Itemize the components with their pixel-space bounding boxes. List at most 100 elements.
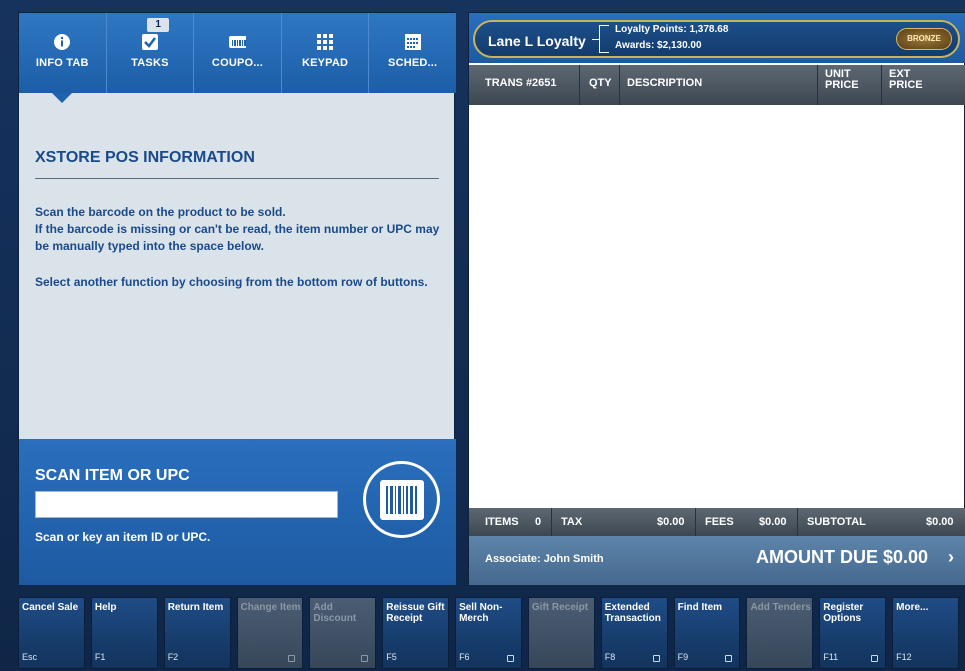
- loyalty-awards: Awards: $2,130.00: [615, 40, 702, 51]
- info-icon: [53, 33, 71, 51]
- function-key-find-item[interactable]: Find Item F9: [673, 597, 741, 669]
- function-key-label: Find Item: [677, 602, 723, 613]
- lock-icon: [871, 655, 879, 662]
- function-key-label: More...: [896, 602, 929, 613]
- amount-due-bar[interactable]: Associate: John Smith AMOUNT DUE $0.00 ›: [469, 536, 965, 585]
- info-title: XSTORE POS INFORMATION: [35, 149, 255, 166]
- info-line-2: If the barcode is missing or can't be re…: [35, 222, 440, 253]
- chevron-right-icon: ›: [948, 547, 954, 567]
- tasks-badge: 1: [147, 18, 170, 32]
- function-key-shortcut: F9: [677, 652, 689, 662]
- scan-title: SCAN ITEM OR UPC: [35, 467, 190, 484]
- loyalty-brace: [592, 25, 609, 53]
- left-panel: INFO TAB 1 TASKS COUPO... KEYPAD SCHED..…: [18, 12, 456, 585]
- function-key-return-item[interactable]: Return Item F2: [163, 597, 231, 669]
- pos-screen: INFO TAB 1 TASKS COUPO... KEYPAD SCHED..…: [0, 0, 965, 671]
- column-divider: [817, 65, 818, 105]
- info-line-3: Select another function by choosing from…: [35, 275, 428, 289]
- function-key-shortcut: F5: [386, 652, 397, 662]
- tab-info[interactable]: INFO TAB: [19, 13, 107, 103]
- barcode-icon: [379, 479, 424, 520]
- col-description: DESCRIPTION: [627, 77, 703, 89]
- subtotal-label: SUBTOTAL: [807, 516, 866, 528]
- column-divider: [881, 65, 882, 105]
- function-key-help[interactable]: Help F1: [90, 597, 158, 669]
- function-key-more[interactable]: More... F12: [892, 597, 959, 669]
- divider: [35, 178, 439, 179]
- function-key-label: Help: [94, 602, 117, 613]
- loyalty-customer-name: Lane L Loyalty: [488, 33, 586, 49]
- col-ext-price: EXT PRICE: [889, 68, 923, 91]
- function-key-label: Sell Non-Merch: [459, 602, 503, 624]
- function-key-label: Add Discount: [313, 602, 357, 624]
- function-key-cancel-sale[interactable]: Cancel Sale Esc: [18, 597, 85, 669]
- function-key-gift-receipt[interactable]: Gift Receipt: [527, 597, 595, 669]
- transaction-panel: Lane L Loyalty Loyalty Points: 1,378.68 …: [468, 12, 965, 585]
- function-key-label: Reissue Gift Receipt: [386, 602, 445, 624]
- function-key-shortcut: F12: [896, 652, 912, 662]
- coupon-icon: [228, 33, 247, 51]
- function-key-label: Gift Receipt: [531, 602, 589, 613]
- column-divider: [619, 65, 620, 105]
- info-line-1: Scan the barcode on the product to be so…: [35, 205, 286, 219]
- function-key-label: Return Item: [167, 602, 224, 613]
- tab-tasks-label: TASKS: [131, 57, 169, 69]
- scan-barcode-button[interactable]: [363, 461, 440, 538]
- calendar-icon: [404, 33, 422, 51]
- function-key-label: Extended Transaction: [604, 602, 661, 624]
- function-key-reissue-gift-receipt[interactable]: Reissue Gift Receipt F5: [382, 597, 450, 669]
- loyalty-card[interactable]: Lane L Loyalty Loyalty Points: 1,378.68 …: [473, 20, 960, 58]
- tab-schedule-label: SCHED...: [388, 57, 438, 69]
- items-value: 0: [535, 516, 542, 528]
- loyalty-bar: Lane L Loyalty Loyalty Points: 1,378.68 …: [469, 13, 965, 63]
- lock-icon: [652, 655, 660, 662]
- subtotal-value: $0.00: [926, 516, 954, 528]
- loyalty-points: Loyalty Points: 1,378.68: [615, 24, 729, 35]
- associate-label: Associate: John Smith: [485, 553, 604, 565]
- col-qty: QTY: [589, 77, 612, 89]
- tab-coupons[interactable]: COUPO...: [194, 13, 282, 93]
- tab-tasks[interactable]: 1 TASKS: [107, 13, 195, 93]
- col-unit-price: UNIT PRICE: [825, 68, 859, 91]
- tab-keypad-label: KEYPAD: [301, 57, 349, 69]
- checkbox-icon: [141, 33, 159, 51]
- lock-icon: [725, 655, 733, 662]
- fees-label: FEES: [705, 516, 734, 528]
- function-key-add-discount[interactable]: Add Discount: [309, 597, 377, 669]
- function-key-extended-transaction[interactable]: Extended Transaction F8: [600, 597, 668, 669]
- totals-divider: [797, 508, 798, 536]
- function-key-change-item[interactable]: Change Item: [236, 597, 304, 669]
- function-key-shortcut: F2: [167, 652, 179, 662]
- scan-help-text: Scan or key an item ID or UPC.: [35, 530, 211, 544]
- scan-area: SCAN ITEM OR UPC Scan or key an item ID …: [19, 439, 456, 585]
- keypad-icon: [316, 33, 334, 51]
- tab-keypad[interactable]: KEYPAD: [282, 13, 370, 93]
- tab-coupons-label: COUPO...: [211, 57, 264, 69]
- function-key-add-tenders[interactable]: Add Tenders: [746, 597, 814, 669]
- amount-due: AMOUNT DUE $0.00: [755, 547, 928, 567]
- lock-icon: [361, 655, 369, 662]
- function-key-shortcut: F6: [459, 652, 470, 662]
- totals-bar: ITEMS 0 TAX $0.00 FEES $0.00 SUBTOTAL $0…: [469, 508, 965, 536]
- tab-schedule[interactable]: SCHED...: [369, 13, 456, 93]
- fees-value: $0.00: [759, 516, 787, 528]
- tab-bar: INFO TAB 1 TASKS COUPO... KEYPAD SCHED..…: [19, 13, 456, 103]
- tax-label: TAX: [561, 516, 583, 528]
- tax-value: $0.00: [657, 516, 685, 528]
- scan-input[interactable]: [35, 491, 338, 518]
- function-key-shortcut: Esc: [22, 652, 38, 662]
- function-key-shortcut: F11: [823, 652, 839, 662]
- function-key-label: Cancel Sale: [22, 602, 79, 613]
- function-key-shortcut: F8: [604, 652, 616, 662]
- function-key-sell-non-merch[interactable]: Sell Non-Merch F6: [455, 597, 522, 669]
- function-key-label: Add Tenders: [750, 602, 811, 613]
- column-divider: [579, 65, 580, 105]
- function-key-shortcut: F1: [94, 652, 106, 662]
- tier-badge: BRONZE: [896, 28, 952, 50]
- lock-icon: [506, 655, 514, 662]
- totals-divider: [551, 508, 552, 536]
- totals-divider: [695, 508, 696, 536]
- function-key-label: Change Item: [240, 602, 301, 613]
- function-key-register-options[interactable]: Register Options F11: [819, 597, 887, 669]
- items-label: ITEMS: [485, 516, 519, 528]
